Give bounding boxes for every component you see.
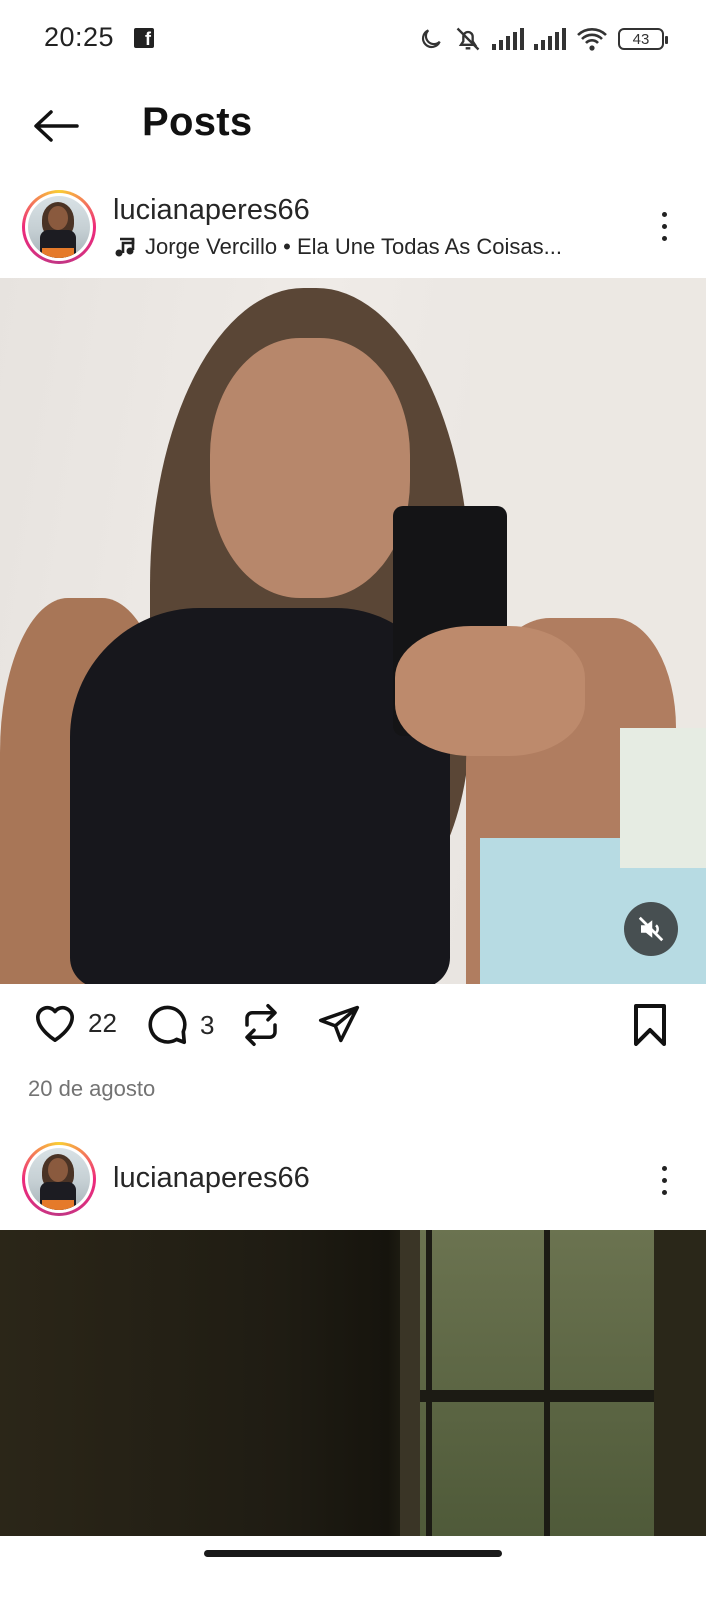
post-username[interactable]: lucianaperes66 bbox=[113, 1162, 310, 1195]
status-bar: 20:25 f 43 bbox=[0, 0, 720, 78]
like-button[interactable]: 22 bbox=[32, 1002, 117, 1044]
post-header: lucianaperes66 Jorge Vercillo • Ela Une … bbox=[0, 180, 720, 276]
bell-off-icon bbox=[456, 27, 480, 51]
music-label: Jorge Vercillo • Ela Une Todas As Coisas… bbox=[145, 234, 562, 259]
music-note-icon bbox=[115, 237, 135, 257]
signal-icon bbox=[492, 28, 524, 50]
more-icon bbox=[661, 211, 667, 217]
wifi-icon bbox=[577, 28, 607, 51]
repost-icon bbox=[245, 1004, 277, 1046]
music-link[interactable]: Jorge Vercillo • Ela Une Todas As Coisas… bbox=[113, 234, 562, 260]
volume-off-icon bbox=[638, 916, 664, 942]
more-options-button[interactable] bbox=[652, 204, 676, 248]
bookmark-icon bbox=[634, 1004, 666, 1046]
status-icons: 43 bbox=[418, 22, 668, 56]
app-header: Posts bbox=[0, 78, 720, 178]
status-time: 20:25 bbox=[44, 22, 115, 52]
comment-count: 3 bbox=[200, 1009, 215, 1040]
battery-icon: 43 bbox=[618, 28, 668, 50]
mute-button[interactable] bbox=[624, 902, 678, 956]
post-date: 20 de agosto bbox=[28, 1076, 156, 1101]
avatar[interactable] bbox=[22, 190, 96, 264]
like-count: 22 bbox=[88, 1007, 117, 1038]
post-media[interactable] bbox=[0, 278, 706, 984]
page-title: Posts bbox=[142, 100, 253, 144]
avatar[interactable] bbox=[22, 1142, 96, 1216]
comment-button[interactable]: 3 bbox=[144, 1002, 214, 1048]
share-button[interactable] bbox=[316, 1002, 362, 1046]
send-icon bbox=[318, 1005, 360, 1043]
moon-icon bbox=[421, 29, 441, 49]
post-media[interactable] bbox=[0, 1230, 706, 1536]
repost-button[interactable] bbox=[240, 1002, 282, 1048]
save-button[interactable] bbox=[630, 1002, 670, 1046]
navigation-handle[interactable] bbox=[204, 1550, 502, 1557]
signal-icon bbox=[534, 28, 566, 50]
arrow-left-icon bbox=[34, 110, 79, 142]
post-username[interactable]: lucianaperes66 bbox=[113, 194, 310, 227]
facebook-icon: f bbox=[134, 28, 154, 49]
comment-icon bbox=[148, 1005, 187, 1045]
back-button[interactable] bbox=[24, 100, 86, 152]
post-header: lucianaperes66 bbox=[0, 1132, 720, 1228]
more-icon bbox=[661, 1165, 667, 1171]
post-actions: 22 3 bbox=[0, 984, 720, 1074]
more-options-button[interactable] bbox=[652, 1158, 676, 1202]
heart-icon bbox=[36, 1005, 74, 1042]
